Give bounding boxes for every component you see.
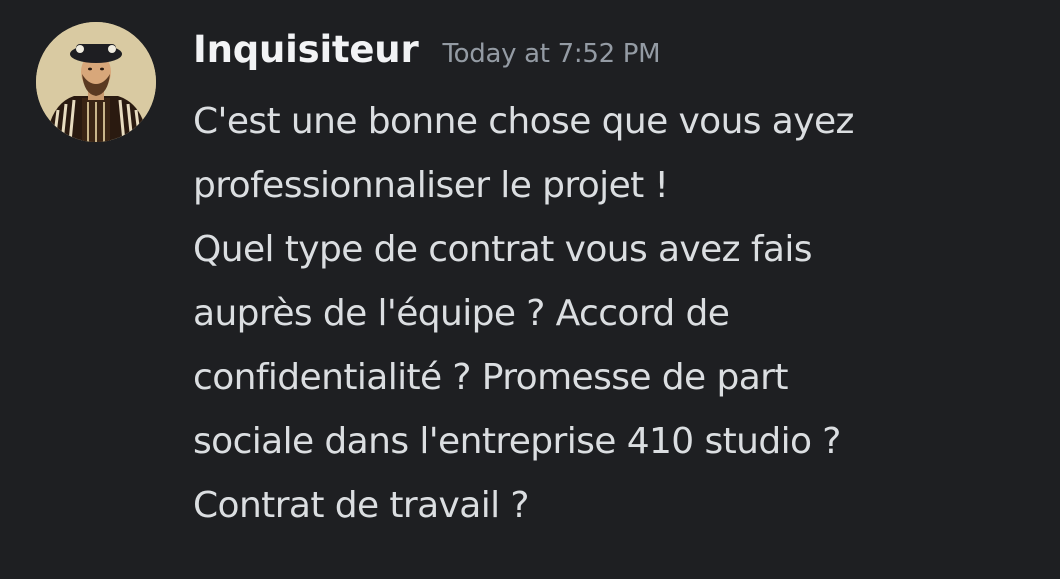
message-header: Inquisiteur Today at 7:52 PM xyxy=(193,28,661,84)
message-line: confidentialité ? Promesse de part xyxy=(193,357,788,398)
username[interactable]: Inquisiteur xyxy=(193,28,419,71)
message-line: Quel type de contrat vous avez fais xyxy=(193,229,813,270)
message-timestamp: Today at 7:52 PM xyxy=(442,39,661,69)
message-line: sociale dans l'entreprise 410 studio ? xyxy=(193,421,841,462)
message-line: Contrat de travail ? xyxy=(193,485,529,526)
message-line: C'est une bonne chose que vous ayez xyxy=(193,101,854,142)
message-line: professionnaliser le projet ! xyxy=(193,165,669,206)
chat-message: Inquisiteur Today at 7:52 PM C'est une b… xyxy=(0,0,1060,579)
portrait-image xyxy=(36,22,156,142)
user-avatar[interactable] xyxy=(36,22,156,142)
message-line: auprès de l'équipe ? Accord de xyxy=(193,293,730,334)
message-content: C'est une bonne chose que vous ayez prof… xyxy=(193,90,1033,538)
